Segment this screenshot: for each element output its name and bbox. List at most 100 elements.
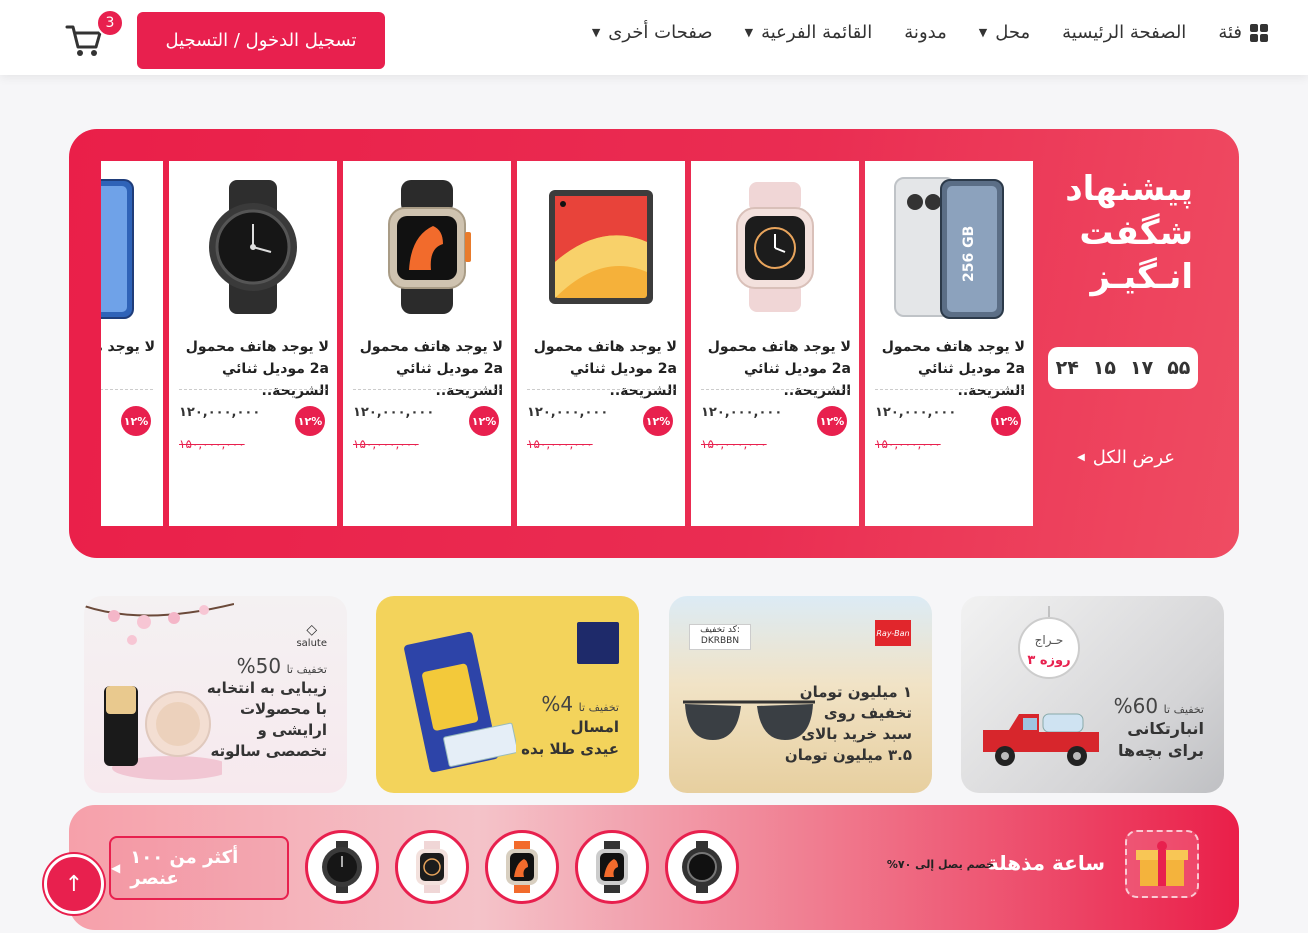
tablet-icon (531, 167, 671, 327)
promo-banner-sunglasses[interactable]: کد تخفیف: DKRBBN Ray-Ban ۱ میلیون تومان … (669, 596, 932, 793)
divider (179, 389, 327, 390)
ultra-watch-icon (506, 841, 538, 893)
promo-banner-cosmetics[interactable]: ◇ salute تخفیف تا 50% زیبایی به انتخابه … (84, 596, 347, 793)
banner-line: تخصصی سالوته (210, 742, 327, 760)
phone-icon (101, 167, 149, 327)
site-header: فئة الصفحة الرئيسية محل ▼ مدونة القائمة … (0, 0, 1308, 75)
flash-sale-subtitle: خصم يصل إلى ٧٠% (886, 858, 994, 871)
caret-down-icon: ▼ (591, 26, 601, 39)
product-price: ۱۲۰,۰۰۰,۰۰۰ (179, 405, 261, 420)
product-card[interactable]: لا يوجد هاتف محمول 2a موديل ثنائي الشريح… (517, 161, 685, 526)
offer-title: پیشنهاد شگفت انـگیـز (1043, 167, 1193, 299)
scroll-to-top-button[interactable]: ↑ (44, 854, 104, 914)
svg-text:256 GB: 256 GB (961, 226, 977, 282)
nav-label: مدونة (904, 22, 947, 43)
product-price: ۱۲۰,۰۰۰,۰۰۰ (353, 405, 435, 420)
flash-product-thumb[interactable] (575, 830, 649, 904)
banner-small-label: تخفیف تا (286, 663, 327, 676)
product-old-price: ۱۵۰,۰۰۰,۰۰۰ (179, 437, 245, 451)
product-card[interactable]: 256 GB لا يوجد هاتف محمول 2a موديل ثنائي… (865, 161, 1033, 526)
timer-hours: ۱۷ (1130, 357, 1154, 379)
product-carousel: 256 GB لا يوجد هاتف محمول 2a موديل ثنائي… (101, 161, 1033, 526)
code-value: DKRBBN (700, 636, 740, 646)
banner-line: زیبایی به انتخابه (206, 679, 327, 697)
banner-text: تخفیف تا 60% انبارتکانی برای بچه‌ها (1114, 694, 1204, 762)
code-label: کد تخفیف: (700, 625, 740, 635)
round-watch-icon (322, 841, 362, 893)
banner-line: انبارتکانی (1127, 719, 1204, 738)
cosmetics-icon (104, 686, 222, 780)
view-all-label: عرض الكل (1092, 447, 1175, 468)
discount-badge: ۱۲% (991, 406, 1021, 436)
product-card[interactable]: لا يوجد هاتف محمول 2a موديل ثنائي الشريح… (691, 161, 859, 526)
discount-code-box: کد تخفیف: DKRBBN (689, 624, 751, 650)
banner-percent: 4% (541, 692, 574, 716)
divider (875, 389, 1023, 390)
round-watch-icon (682, 841, 722, 893)
phone-icon: 256 GB (879, 167, 1019, 327)
product-name: لا يوجد هاتف محمول 2a موديل ثنائي الشريح… (185, 339, 329, 399)
countdown-timer: ۲۴ ۱۵ ۱۷ ۵۵ (1048, 347, 1198, 389)
discount-badge: ۱۲% (295, 406, 325, 436)
nav-item-submenu[interactable]: القائمة الفرعية ▼ (745, 22, 873, 43)
nav-item-shop[interactable]: محل ▼ (979, 22, 1030, 43)
offer-title-line: انـگیـز (1090, 257, 1193, 297)
divider (353, 389, 501, 390)
caret-down-icon: ▼ (744, 26, 754, 39)
product-card[interactable]: لا يوجد ه موديل ثنائ ۱۲% (101, 161, 163, 526)
triangle-left-icon: ◀ (1077, 452, 1085, 463)
banner-small-label: تخفیف تا (578, 701, 619, 714)
toy-truck-icon (983, 713, 1099, 766)
product-card[interactable]: لا يوجد هاتف محمول 2a موديل ثنائي الشريح… (169, 161, 337, 526)
banner-line: امسال (570, 718, 619, 736)
banner-text: تخفیف تا 50% زیبایی به انتخابه با محصولا… (207, 654, 327, 762)
triangle-left-icon: ◀ (111, 861, 121, 875)
banner-text: تخفیف تا 4% امسال عیدی طلا بده (521, 692, 619, 760)
more-items-button[interactable]: أكثر من ١٠٠ عنصر ◀ (109, 836, 289, 900)
flash-product-thumb[interactable] (485, 830, 559, 904)
tag-line2: ۳ روزه (1027, 653, 1070, 668)
login-register-button[interactable]: تسجيل الدخول / التسجيل (137, 12, 385, 69)
banner-line: عیدی طلا بده (521, 740, 619, 758)
banner-line: ۳.۵ میلیون تومان (784, 746, 912, 764)
brand-logo: ◇ salute (296, 622, 327, 649)
flash-product-thumb[interactable] (305, 830, 379, 904)
offer-title-line: شگفت (1079, 213, 1193, 253)
banner-small-label: تخفیف تا (1163, 703, 1204, 716)
tag-line1: حـراج (1035, 633, 1064, 648)
product-price: ۱۲۰,۰۰۰,۰۰۰ (875, 405, 957, 420)
product-card[interactable]: لا يوجد هاتف محمول 2a موديل ثنائي الشريح… (343, 161, 511, 526)
banner-line: سبد خرید بالای (801, 725, 912, 743)
brand-logo-icon (577, 622, 619, 664)
ultra-watch-icon (357, 167, 497, 327)
nav-label: الصفحة الرئيسية (1062, 22, 1187, 43)
smartwatch-icon (416, 841, 448, 893)
product-old-price: ۱۵۰,۰۰۰,۰۰۰ (701, 437, 767, 451)
arrow-up-icon: ↑ (64, 871, 84, 897)
flash-product-thumb[interactable] (395, 830, 469, 904)
gift-box-icon (1125, 830, 1199, 898)
product-price: ۱۲۰,۰۰۰,۰۰۰ (701, 405, 783, 420)
nav-label: محل (995, 22, 1031, 43)
view-all-link[interactable]: عرض الكل ◀ (1077, 447, 1175, 468)
product-name: لا يوجد هاتف محمول 2a موديل ثنائي الشريح… (359, 339, 503, 399)
banner-line: تخفیف روی (823, 704, 912, 722)
nav-item-other-pages[interactable]: صفحات أخرى ▼ (592, 22, 713, 43)
discount-badge: ۱۲% (121, 406, 151, 436)
nav-label: صفحات أخرى (608, 22, 713, 43)
nav-label: القائمة الفرعية (761, 22, 873, 43)
flash-product-thumb[interactable] (665, 830, 739, 904)
banner-percent: 60% (1113, 694, 1159, 718)
round-watch-icon (183, 167, 323, 327)
promo-banner-gold[interactable]: تخفیف تا 4% امسال عیدی طلا بده (376, 596, 639, 793)
promo-banner-kids[interactable]: حـراج ۳ روزه تخفیف تا 60% انبارتکانی برا… (961, 596, 1224, 793)
product-old-price: ۱۵۰,۰۰۰,۰۰۰ (353, 437, 419, 451)
nav-item-home[interactable]: الصفحة الرئيسية (1062, 22, 1186, 43)
nav-item-blog[interactable]: مدونة (904, 22, 946, 43)
discount-badge: ۱۲% (469, 406, 499, 436)
nav-item-category[interactable]: فئة (1218, 22, 1268, 43)
flash-sale-title: ساعة مذهلة (986, 851, 1105, 875)
banner-text: ۱ میلیون تومان تخفیف روی سبد خرید بالای … (785, 682, 912, 766)
product-name: لا يوجد هاتف محمول 2a موديل ثنائي الشريح… (533, 339, 677, 399)
cart-count-badge: 3 (96, 9, 124, 37)
